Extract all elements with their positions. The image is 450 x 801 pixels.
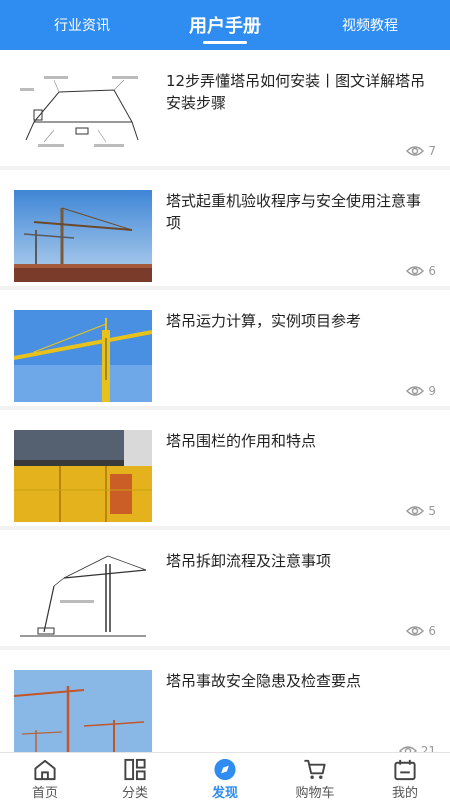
article-item[interactable]: 塔吊围栏的作用和特点 5: [0, 410, 450, 526]
nav-cart-label: 购物车: [295, 786, 335, 801]
compass-icon: [214, 758, 236, 781]
tab-video-tutorials[interactable]: 视频教程: [320, 0, 420, 50]
eye-icon: [398, 746, 417, 752]
nav-category-label: 分类: [121, 786, 148, 801]
view-count-value: 9: [428, 384, 436, 398]
article-item[interactable]: 塔式起重机验收程序与安全使用注意事项 6: [0, 170, 450, 286]
crane-sky-image: [14, 190, 152, 282]
crane-sketch-image: [14, 550, 152, 642]
view-count-value: 5: [428, 504, 436, 518]
cranes-site-image: [14, 670, 152, 752]
yellow-crane-image: [14, 310, 152, 402]
article-item[interactable]: 塔吊运力计算，实例项目参考 9: [0, 290, 450, 406]
view-count: 6: [406, 624, 436, 638]
view-count-value: 21: [420, 744, 436, 752]
nav-category[interactable]: 分类: [90, 753, 180, 801]
eye-icon: [406, 266, 425, 276]
nav-discover[interactable]: 发现: [180, 753, 270, 801]
profile-icon: [394, 759, 416, 781]
view-count-value: 7: [428, 144, 436, 158]
article-title: 塔吊围栏的作用和特点: [166, 432, 317, 450]
eye-icon: [406, 626, 425, 636]
view-count: 21: [398, 744, 436, 752]
category-icon: [124, 758, 146, 781]
article-list: 12步弄懂塔吊如何安装丨图文详解塔吊安装步骤 7 塔式起重机验收程序与安全使用注…: [0, 50, 450, 752]
nav-profile[interactable]: 我的: [360, 753, 450, 801]
eye-icon: [406, 146, 425, 156]
article-item[interactable]: 塔吊拆卸流程及注意事项 6: [0, 530, 450, 646]
eye-icon: [406, 386, 425, 396]
eye-icon: [406, 506, 425, 516]
article-title: 塔式起重机验收程序与安全使用注意事项: [166, 192, 422, 232]
crane-diagram-image: [14, 70, 152, 162]
fence-image: [14, 430, 152, 522]
view-count: 7: [406, 144, 436, 158]
active-tab-indicator: [203, 41, 247, 44]
view-count: 9: [406, 384, 436, 398]
bottom-nav: 首页 分类 发现 购物车 我的: [0, 752, 450, 801]
article-title: 塔吊拆卸流程及注意事项: [166, 552, 332, 570]
top-tab-bar: 行业资讯 用户手册 视频教程: [0, 0, 450, 50]
article-title: 12步弄懂塔吊如何安装丨图文详解塔吊安装步骤: [166, 72, 426, 112]
tab-industry-news[interactable]: 行业资讯: [32, 0, 132, 50]
article-item[interactable]: 12步弄懂塔吊如何安装丨图文详解塔吊安装步骤 7: [0, 50, 450, 166]
article-title: 塔吊事故安全隐患及检查要点: [166, 672, 362, 690]
nav-discover-label: 发现: [211, 786, 238, 801]
article-item[interactable]: 塔吊事故安全隐患及检查要点 21: [0, 650, 450, 752]
nav-home-label: 首页: [31, 786, 58, 801]
nav-home[interactable]: 首页: [0, 753, 90, 801]
cart-icon: [304, 759, 326, 779]
view-count: 5: [406, 504, 436, 518]
nav-cart[interactable]: 购物车: [270, 753, 360, 801]
nav-profile-label: 我的: [391, 786, 418, 801]
article-title: 塔吊运力计算，实例项目参考: [166, 312, 362, 330]
home-icon: [34, 759, 56, 781]
view-count-value: 6: [428, 264, 436, 278]
view-count: 6: [406, 264, 436, 278]
view-count-value: 6: [428, 624, 436, 638]
